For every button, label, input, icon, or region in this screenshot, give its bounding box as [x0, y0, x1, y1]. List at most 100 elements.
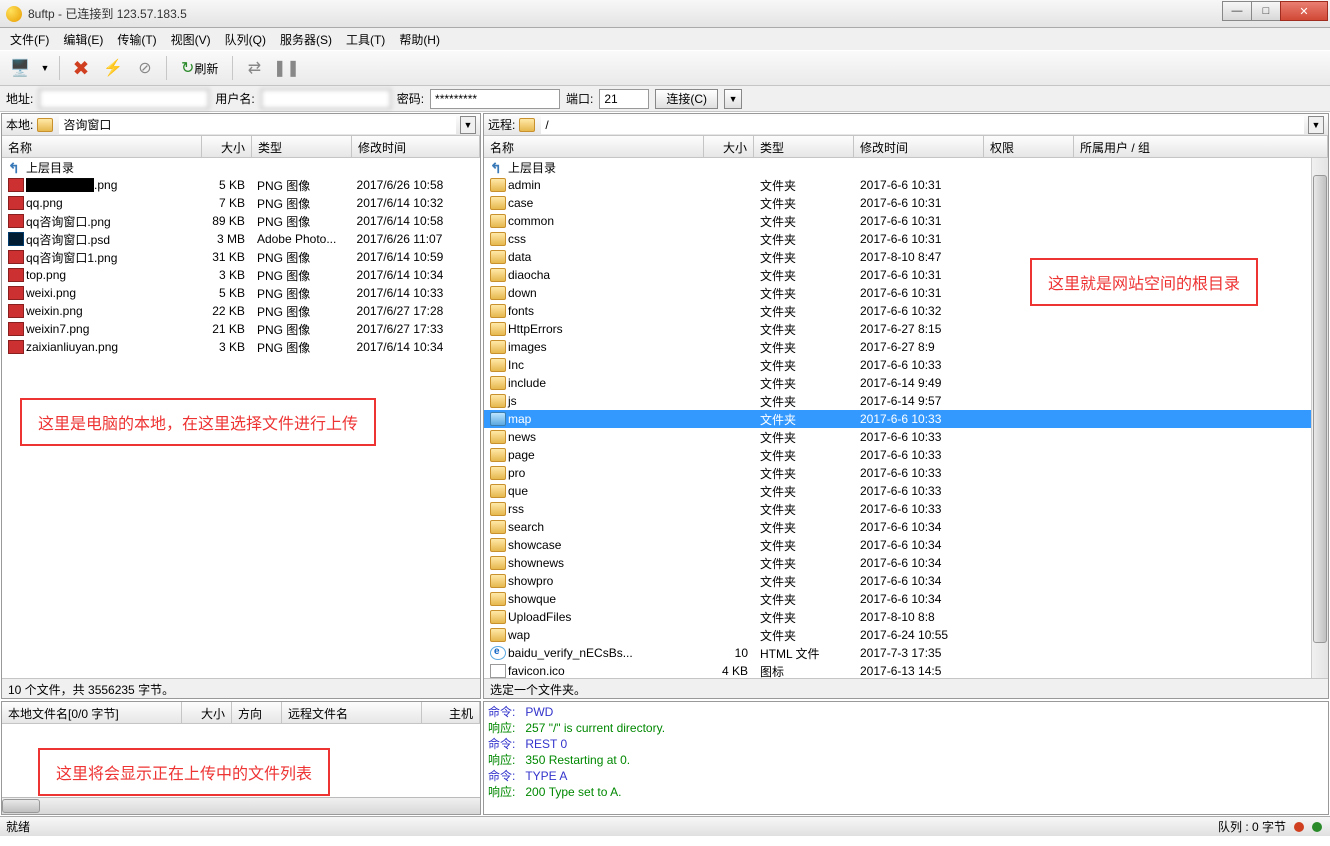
- file-row[interactable]: qq咨询窗口1.png31 KBPNG 图像2017/6/14 10:59: [2, 248, 480, 266]
- local-file-list[interactable]: 上层目录 ████████.png5 KBPNG 图像2017/6/26 10:…: [2, 158, 480, 678]
- file-row[interactable]: zaixianliuyan.png3 KBPNG 图像2017/6/14 10:…: [2, 338, 480, 356]
- local-panel: 本地: ▼ 名称 大小 类型 修改时间 上层目录 ████████.png5 K…: [1, 113, 481, 699]
- folder-icon: [490, 484, 506, 498]
- menu-item[interactable]: 传输(T): [111, 29, 162, 50]
- file-row[interactable]: weixi.png5 KBPNG 图像2017/6/14 10:33: [2, 284, 480, 302]
- col-name[interactable]: 名称: [484, 136, 704, 157]
- folder-icon: [490, 448, 506, 462]
- file-row[interactable]: showque文件夹2017-6-6 10:34: [484, 590, 1328, 608]
- file-row[interactable]: case文件夹2017-6-6 10:31: [484, 194, 1328, 212]
- log-line: 响应: 200 Type set to A.: [488, 784, 1324, 800]
- file-row[interactable]: showpro文件夹2017-6-6 10:34: [484, 572, 1328, 590]
- local-path-dropdown[interactable]: ▼: [460, 116, 476, 134]
- file-row[interactable]: que文件夹2017-6-6 10:33: [484, 482, 1328, 500]
- file-row[interactable]: news文件夹2017-6-6 10:33: [484, 428, 1328, 446]
- file-row[interactable]: js文件夹2017-6-14 9:57: [484, 392, 1328, 410]
- stop-icon[interactable]: ⊘: [131, 54, 159, 82]
- file-row[interactable]: data文件夹2017-8-10 8:47: [484, 248, 1328, 266]
- file-row[interactable]: rss文件夹2017-6-6 10:33: [484, 500, 1328, 518]
- connect-button[interactable]: 连接(C): [655, 89, 718, 109]
- col-size[interactable]: 大小: [704, 136, 754, 157]
- close-button[interactable]: ✕: [1280, 1, 1328, 21]
- file-row[interactable]: map文件夹2017-6-6 10:33: [484, 410, 1328, 428]
- local-status: 10 个文件，共 3556235 字节。: [2, 678, 480, 698]
- file-row[interactable]: UploadFiles文件夹2017-8-10 8:8: [484, 608, 1328, 626]
- file-row[interactable]: diaocha文件夹2017-6-6 10:31: [484, 266, 1328, 284]
- col-perm[interactable]: 权限: [984, 136, 1074, 157]
- file-row[interactable]: favicon.ico4 KB图标2017-6-13 14:5: [484, 662, 1328, 678]
- menu-item[interactable]: 文件(F): [4, 29, 55, 50]
- username-input[interactable]: [261, 89, 391, 109]
- transfer-icon[interactable]: ⇄: [240, 54, 268, 82]
- disconnect-icon[interactable]: ✖: [67, 54, 95, 82]
- col-dir[interactable]: 方向: [232, 702, 282, 723]
- file-row[interactable]: page文件夹2017-6-6 10:33: [484, 446, 1328, 464]
- file-row[interactable]: admin文件夹2017-6-6 10:31: [484, 176, 1328, 194]
- folder-icon: [490, 592, 506, 606]
- col-name[interactable]: 名称: [2, 136, 202, 157]
- up-dir-row[interactable]: 上层目录: [484, 158, 1328, 176]
- col-mtime[interactable]: 修改时间: [854, 136, 984, 157]
- file-row[interactable]: search文件夹2017-6-6 10:34: [484, 518, 1328, 536]
- col-size[interactable]: 大小: [182, 702, 232, 723]
- file-row[interactable]: showcase文件夹2017-6-6 10:34: [484, 536, 1328, 554]
- horizontal-scrollbar[interactable]: [2, 797, 480, 814]
- file-row[interactable]: include文件夹2017-6-14 9:49: [484, 374, 1328, 392]
- connect-dropdown[interactable]: ▼: [724, 89, 742, 109]
- file-row[interactable]: wap文件夹2017-6-24 10:55: [484, 626, 1328, 644]
- computer-icon[interactable]: 🖥️: [6, 54, 34, 82]
- password-input[interactable]: [430, 89, 560, 109]
- col-remotename[interactable]: 远程文件名: [282, 702, 422, 723]
- file-row[interactable]: Inc文件夹2017-6-6 10:33: [484, 356, 1328, 374]
- file-row[interactable]: shownews文件夹2017-6-6 10:34: [484, 554, 1328, 572]
- file-row[interactable]: qq咨询窗口.png89 KBPNG 图像2017/6/14 10:58: [2, 212, 480, 230]
- pause-icon[interactable]: ❚❚: [272, 54, 300, 82]
- col-localname[interactable]: 本地文件名[0/0 字节]: [2, 702, 182, 723]
- port-input[interactable]: [599, 89, 649, 109]
- menu-item[interactable]: 工具(T): [340, 29, 391, 50]
- queue-panel: 本地文件名[0/0 字节] 大小 方向 远程文件名 主机 这里将会显示正在上传中…: [1, 701, 481, 815]
- file-row[interactable]: qq.png7 KBPNG 图像2017/6/14 10:32: [2, 194, 480, 212]
- up-dir-row[interactable]: 上层目录: [2, 158, 480, 176]
- file-row[interactable]: weixin.png22 KBPNG 图像2017/6/27 17:28: [2, 302, 480, 320]
- col-mtime[interactable]: 修改时间: [352, 136, 480, 157]
- file-row[interactable]: weixin7.png21 KBPNG 图像2017/6/27 17:33: [2, 320, 480, 338]
- file-row[interactable]: css文件夹2017-6-6 10:31: [484, 230, 1328, 248]
- file-row[interactable]: images文件夹2017-6-27 8:9: [484, 338, 1328, 356]
- menu-item[interactable]: 编辑(E): [57, 29, 109, 50]
- file-row[interactable]: qq咨询窗口.psd3 MBAdobe Photo...2017/6/26 11…: [2, 230, 480, 248]
- col-owner[interactable]: 所属用户 / 组: [1074, 136, 1328, 157]
- menu-item[interactable]: 服务器(S): [274, 29, 338, 50]
- address-label: 地址:: [6, 90, 33, 107]
- remote-path-dropdown[interactable]: ▼: [1308, 116, 1324, 134]
- col-host[interactable]: 主机: [422, 702, 480, 723]
- remote-file-list[interactable]: 上层目录 admin文件夹2017-6-6 10:31case文件夹2017-6…: [484, 158, 1328, 678]
- maximize-button[interactable]: □: [1251, 1, 1281, 21]
- vertical-scrollbar[interactable]: [1311, 158, 1328, 678]
- queue-list[interactable]: 这里将会显示正在上传中的文件列表: [2, 724, 480, 797]
- file-row[interactable]: down文件夹2017-6-6 10:31: [484, 284, 1328, 302]
- remote-path-input[interactable]: [541, 116, 1304, 134]
- file-row[interactable]: common文件夹2017-6-6 10:31: [484, 212, 1328, 230]
- local-path-input[interactable]: [59, 116, 456, 134]
- file-row[interactable]: top.png3 KBPNG 图像2017/6/14 10:34: [2, 266, 480, 284]
- minimize-button[interactable]: —: [1222, 1, 1252, 21]
- menu-item[interactable]: 视图(V): [165, 29, 217, 50]
- address-input[interactable]: [39, 89, 209, 109]
- menu-item[interactable]: 帮助(H): [393, 29, 446, 50]
- refresh-button[interactable]: ↻ 刷新: [174, 54, 225, 82]
- file-row[interactable]: fonts文件夹2017-6-6 10:32: [484, 302, 1328, 320]
- col-type[interactable]: 类型: [252, 136, 352, 157]
- file-row[interactable]: HttpErrors文件夹2017-6-27 8:15: [484, 320, 1328, 338]
- menu-item[interactable]: 队列(Q): [219, 29, 272, 50]
- col-size[interactable]: 大小: [202, 136, 252, 157]
- file-row[interactable]: pro文件夹2017-6-6 10:33: [484, 464, 1328, 482]
- file-row[interactable]: baidu_verify_nECsBs...10HTML 文件2017-7-3 …: [484, 644, 1328, 662]
- col-type[interactable]: 类型: [754, 136, 854, 157]
- dropdown-icon[interactable]: ▼: [38, 54, 52, 82]
- lightning-icon[interactable]: ⚡: [99, 54, 127, 82]
- log-panel[interactable]: 命令: PWD响应: 257 "/" is current directory.…: [483, 701, 1329, 815]
- menubar: 文件(F)编辑(E)传输(T)视图(V)队列(Q)服务器(S)工具(T)帮助(H…: [0, 28, 1330, 50]
- file-row[interactable]: ████████.png5 KBPNG 图像2017/6/26 10:58: [2, 176, 480, 194]
- titlebar[interactable]: 8uftp - 已连接到 123.57.183.5 — □ ✕: [0, 0, 1330, 28]
